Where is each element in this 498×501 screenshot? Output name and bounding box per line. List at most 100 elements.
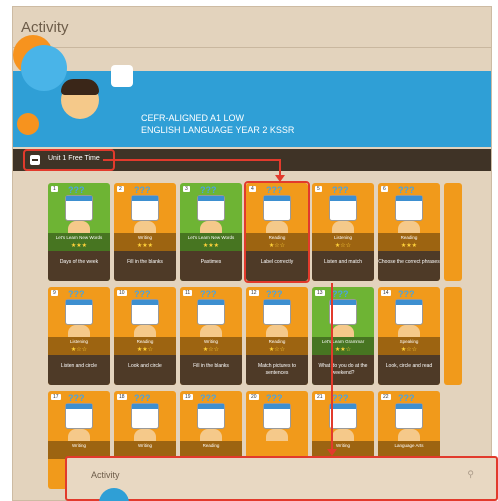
kid-hair <box>61 79 99 95</box>
activity-card-10[interactable]: 10 ??? Reading ★★☆ Look and circle <box>114 287 176 385</box>
banner-text: CEFR-ALIGNED A1 LOW ENGLISH LANGUAGE YEA… <box>141 112 294 136</box>
question-marks-icon: ??? <box>398 185 415 195</box>
star-rating: ★★★ <box>70 243 88 249</box>
activity-card-3[interactable]: 3 ??? Let's Learn New Words ★★★ Pastimes <box>180 183 242 281</box>
card-title: Reading <box>202 443 220 448</box>
card-title: Language Arts <box>394 443 424 448</box>
kid-icon <box>200 221 222 233</box>
unit-highlight-box <box>23 149 115 171</box>
kid-icon <box>332 325 354 337</box>
calendar-icon <box>65 195 93 221</box>
card-title: Writing <box>72 443 86 448</box>
card-title: Let's Learn New Words <box>187 235 235 240</box>
card-number: 3 <box>183 186 190 192</box>
calendar-icon <box>65 299 93 325</box>
blue-bubble-icon <box>21 45 67 91</box>
card-title: Listening <box>333 235 352 240</box>
card-task: Look and circle <box>114 355 176 385</box>
activity-card-13[interactable]: 13 ??? Let's Learn Grammar ★★☆ What do y… <box>312 287 374 385</box>
calendar-icon <box>65 403 93 429</box>
question-marks-icon: ??? <box>68 185 85 195</box>
blue-bubble-icon <box>99 488 129 501</box>
card-task: Listen and circle <box>48 355 110 385</box>
question-marks-icon: ??? <box>68 289 85 299</box>
popup-title: Activity <box>91 470 120 480</box>
kid-icon <box>266 429 288 441</box>
card-title: Listening <box>69 339 88 344</box>
card-number: 6 <box>381 186 388 192</box>
header-divider <box>13 47 491 48</box>
card-title: Writing <box>138 443 152 448</box>
card-number: 18 <box>117 394 127 400</box>
banner-line-2: ENGLISH LANGUAGE YEAR 2 KSSR <box>141 125 295 135</box>
activity-card-5[interactable]: 5 ??? Listening ★☆☆ Listen and match <box>312 183 374 281</box>
kid-icon <box>398 221 420 233</box>
star-rating: ★☆☆ <box>400 347 418 353</box>
calendar-icon <box>131 195 159 221</box>
paper-plane-icon[interactable] <box>17 113 39 135</box>
kid-icon <box>134 221 156 233</box>
activity-card-2[interactable]: 2 ??? Writing ★★★ Fill in the blanks <box>114 183 176 281</box>
star-rating: ★★☆ <box>136 347 154 353</box>
calendar-icon <box>395 299 423 325</box>
star-rating: ★★★ <box>136 243 154 249</box>
card-title: Writing <box>336 443 350 448</box>
activity-card-11[interactable]: 11 ??? Writing ★☆☆ Fill in the blanks <box>180 287 242 385</box>
page-title: Activity <box>21 19 69 36</box>
star-rating: ★★★ <box>400 243 418 249</box>
card-number: 12 <box>249 290 259 296</box>
activity-card-1[interactable]: 1 ??? Let's Learn New Words ★★★ Days of … <box>48 183 110 281</box>
arrow-down-icon <box>327 449 337 456</box>
star-rating: ★★★ <box>202 243 220 249</box>
activity-card-9[interactable]: 9 ??? Listening ★☆☆ Listen and circle <box>48 287 110 385</box>
question-marks-icon: ??? <box>134 393 151 403</box>
activity-card-partial[interactable] <box>444 183 462 281</box>
card-task: Choose the correct phrases <box>378 251 440 281</box>
activity-card-12[interactable]: 12 ??? Reading ★☆☆ Match pictures to sen… <box>246 287 308 385</box>
arrow-down-icon <box>275 175 285 182</box>
card-number: 22 <box>381 394 391 400</box>
activity-card-14[interactable]: 14 ??? Speaking ★☆☆ Look, circle and rea… <box>378 287 440 385</box>
chess-icon <box>111 65 133 87</box>
star-rating: ★★☆ <box>334 347 352 353</box>
card-title: Reading <box>400 235 418 240</box>
card-task: Fill in the blanks <box>180 355 242 385</box>
card-title: Let's Learn New Words <box>55 235 103 240</box>
card-number: 10 <box>117 290 127 296</box>
kid-icon <box>398 325 420 337</box>
question-marks-icon: ??? <box>266 393 283 403</box>
question-marks-icon: ??? <box>68 393 85 403</box>
kid-icon <box>398 429 420 441</box>
kid-icon <box>266 325 288 337</box>
card-title: Writing <box>138 235 152 240</box>
card-4-highlight-box <box>244 181 310 283</box>
calendar-icon <box>329 403 357 429</box>
question-marks-icon: ??? <box>332 393 349 403</box>
card-number: 1 <box>51 186 58 192</box>
card-title: Reading <box>136 339 154 344</box>
activity-card-6[interactable]: 6 ??? Reading ★★★ Choose the correct phr… <box>378 183 440 281</box>
calendar-icon <box>131 299 159 325</box>
kid-icon <box>200 429 222 441</box>
card-number: 19 <box>183 394 193 400</box>
question-marks-icon: ??? <box>266 289 283 299</box>
card-number: 2 <box>117 186 124 192</box>
kid-icon <box>68 429 90 441</box>
card-number: 17 <box>51 394 61 400</box>
star-rating: ★☆☆ <box>334 243 352 249</box>
card-task: Listen and match <box>312 251 374 281</box>
card-task: What do you do at the weekend? <box>312 355 374 385</box>
card-title: Writing <box>204 339 218 344</box>
calendar-icon <box>197 403 225 429</box>
star-rating: ★☆☆ <box>202 347 220 353</box>
arrow-line-vertical-2 <box>331 283 333 451</box>
course-banner: CEFR-ALIGNED A1 LOW ENGLISH LANGUAGE YEA… <box>13 35 491 147</box>
activity-card-partial[interactable] <box>444 287 462 385</box>
kid-icon <box>68 221 90 233</box>
star-rating: ★☆☆ <box>268 347 286 353</box>
question-marks-icon: ??? <box>200 289 217 299</box>
card-task: Look, circle and read <box>378 355 440 385</box>
search-icon[interactable]: ⚲ <box>467 469 474 480</box>
kid-icon <box>332 429 354 441</box>
question-marks-icon: ??? <box>200 393 217 403</box>
